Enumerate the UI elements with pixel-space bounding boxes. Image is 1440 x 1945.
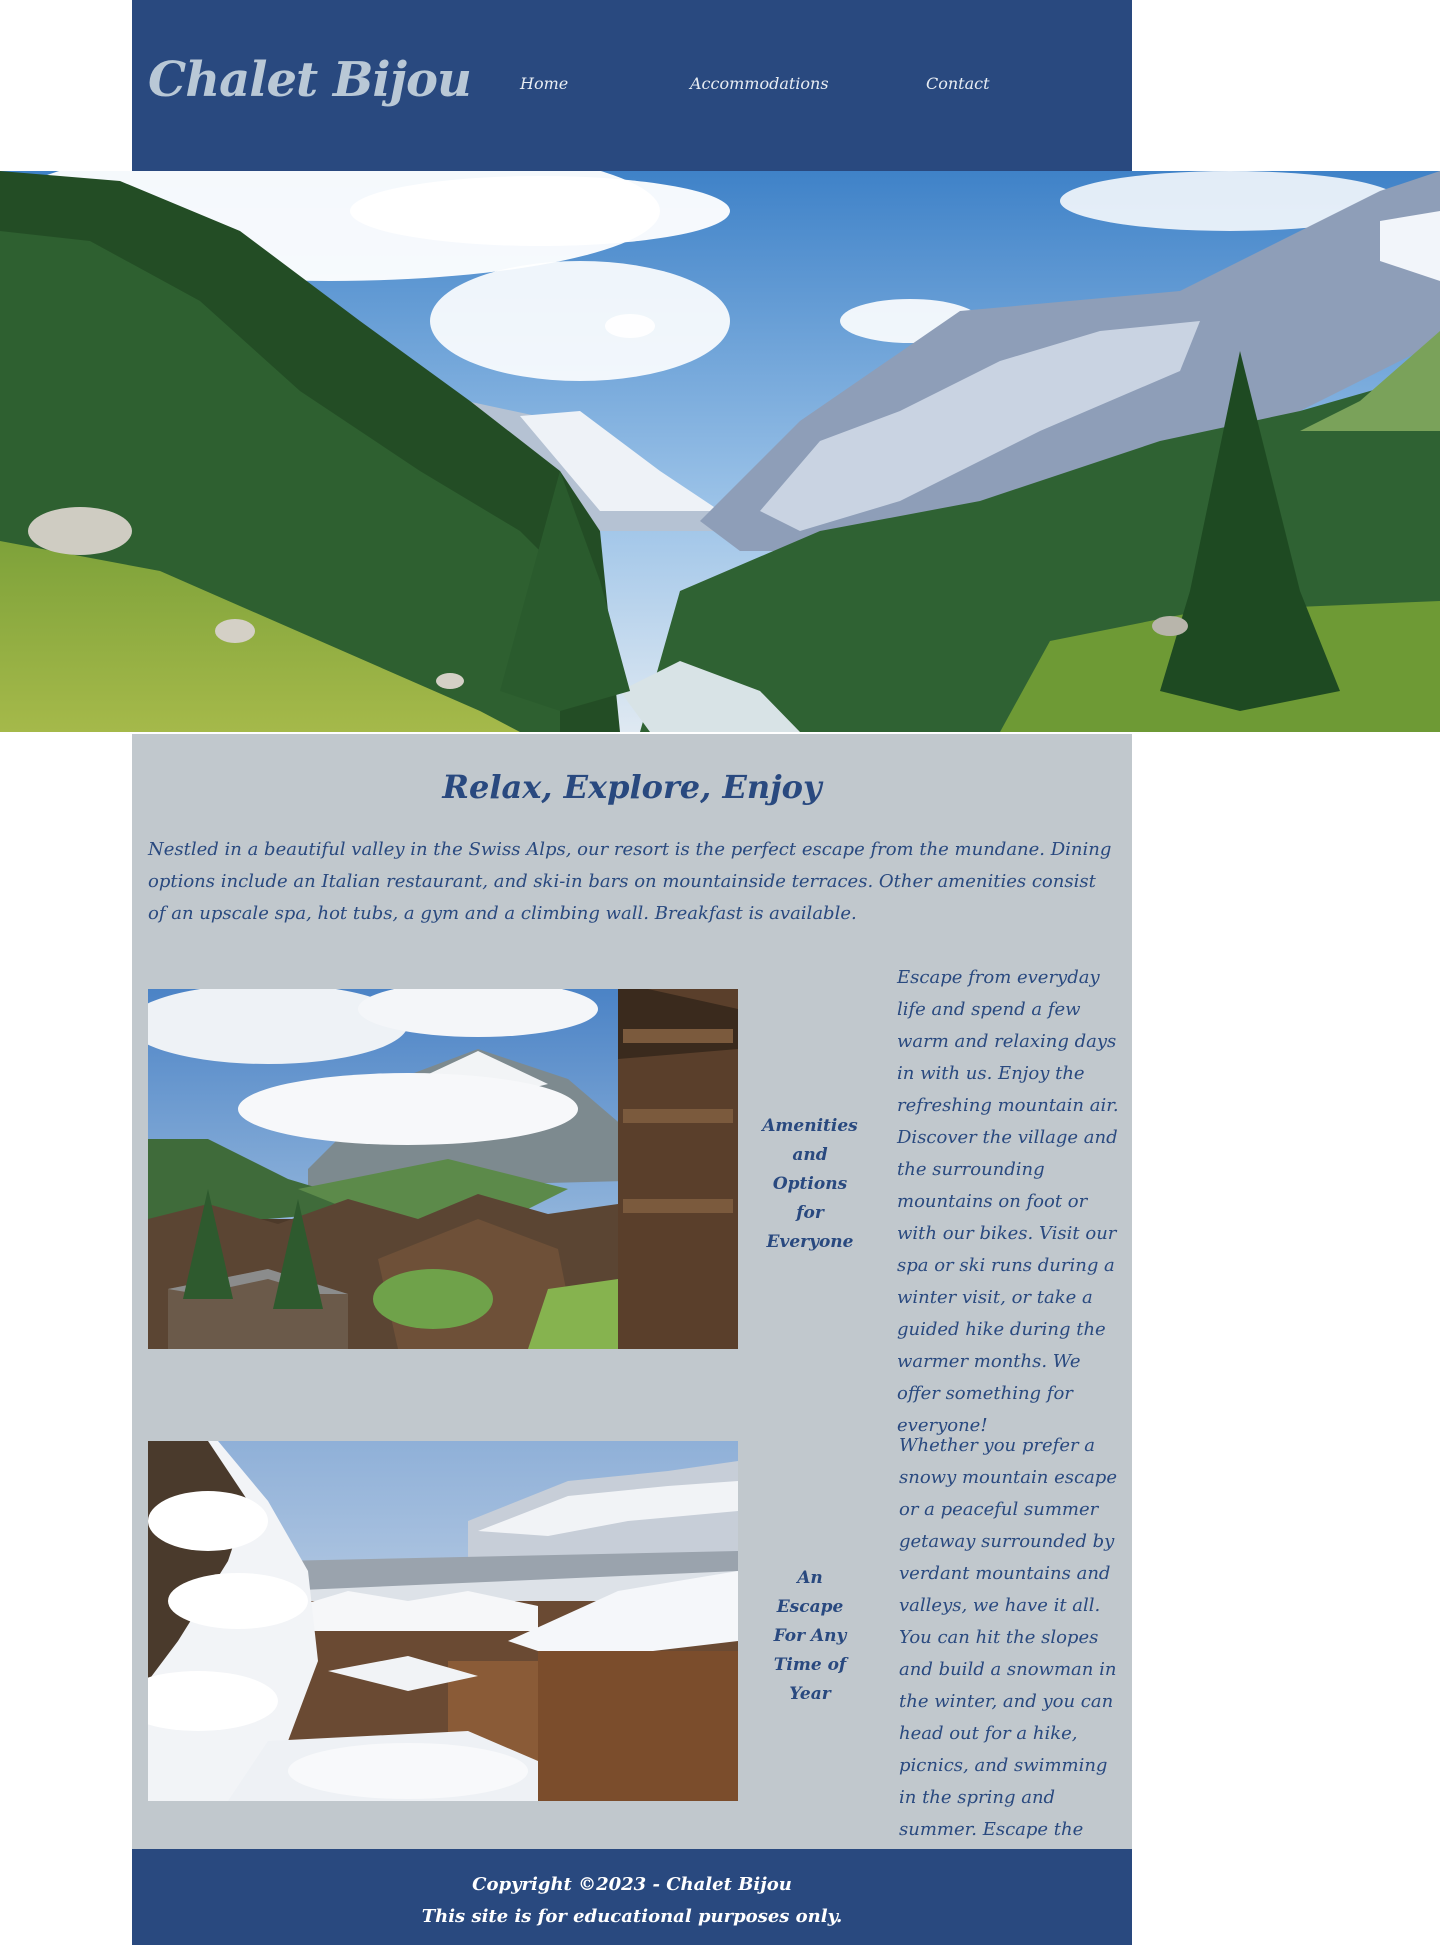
summer-village-photo xyxy=(148,989,738,1349)
nav-link-accommodations[interactable]: Accommodations xyxy=(690,74,829,93)
intro-paragraph: Nestled in a beautiful valley in the Swi… xyxy=(148,839,1112,924)
amenities-caption: Amenities and Options for Everyone xyxy=(762,1116,858,1252)
nav-link-contact[interactable]: Contact xyxy=(926,74,990,93)
section-heading: Relax, Explore, Enjoy xyxy=(442,768,822,806)
disclaimer-text: This site is for educational purposes on… xyxy=(421,1906,843,1927)
escape-description: Whether you prefer a snowy mountain esca… xyxy=(899,1435,1117,1872)
escape-caption: An Escape For Any Time of Year xyxy=(773,1568,847,1704)
site-header: Chalet Bijou Home Accommodations Contact xyxy=(132,0,1132,171)
main-nav: Home Accommodations Contact xyxy=(132,74,1132,98)
amenities-description: Escape from everyday life and spend a fe… xyxy=(897,967,1119,1436)
nav-link-home[interactable]: Home xyxy=(520,74,568,93)
site-footer: Copyright ©2023 - Chalet Bijou This site… xyxy=(132,1849,1132,1945)
main-content: Relax, Explore, Enjoy Nestled in a beaut… xyxy=(132,734,1132,1872)
winter-village-photo xyxy=(148,1441,738,1801)
hero-image xyxy=(0,171,1440,732)
copyright-text: Copyright ©2023 - Chalet Bijou xyxy=(472,1874,792,1895)
